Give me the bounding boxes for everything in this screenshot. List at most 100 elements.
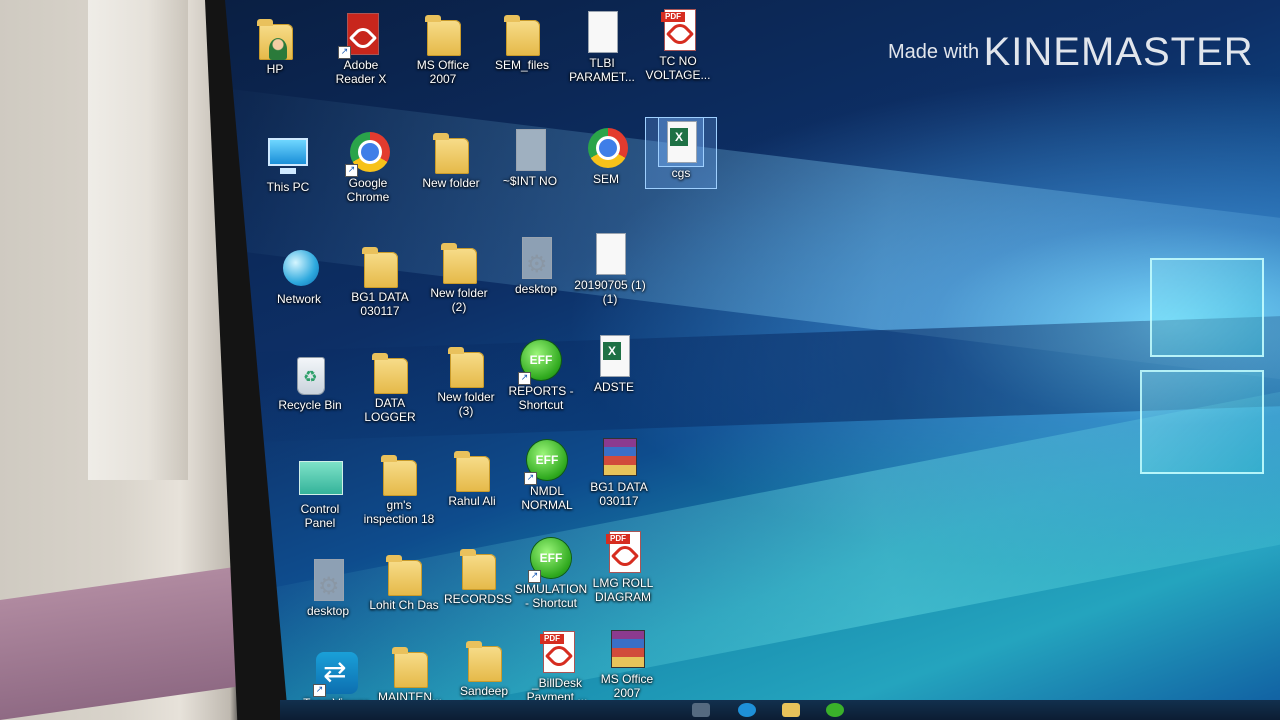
window-curtain [88, 0, 188, 480]
winrar-archive-icon [597, 432, 641, 480]
folder-icon [444, 342, 488, 390]
icon-label: TC NO VOLTAGE... [645, 54, 711, 82]
eff-taskbar-icon[interactable] [826, 703, 844, 717]
recycle-bin-icon [288, 350, 332, 398]
blank-file-icon [588, 230, 632, 278]
desktop-icon-bg1-data-rar[interactable]: BG1 DATA 030117 [576, 432, 662, 508]
computer-icon [266, 132, 310, 180]
folder-icon [450, 446, 494, 494]
icon-label: SEM [592, 172, 619, 186]
eff-app-icon: EFF ↗ [519, 336, 563, 384]
folder-icon [462, 636, 506, 684]
pdf-file-icon: PDF [535, 628, 579, 676]
folder-icon [421, 10, 465, 58]
desktop-icon-new-folder-2[interactable]: New folder (2) [416, 238, 502, 314]
folder-icon [437, 238, 481, 286]
desktop-icon-new-folder[interactable]: New folder [408, 128, 494, 190]
icon-label: DATA LOGGER [364, 396, 416, 424]
desktop-icon-tc-no[interactable]: PDF TC NO VOLTAGE... [635, 6, 721, 82]
desktop-icon-google-chrome[interactable]: ↗ Google Chrome [325, 128, 411, 204]
desktop-icon-cgs[interactable]: X cgs [645, 117, 717, 189]
settings-file-icon: ⚙ [514, 234, 558, 282]
edge-browser-icon[interactable] [738, 703, 756, 717]
folder-user-icon [253, 14, 297, 62]
desktop-icon-ms-office-2007-rar[interactable]: MS Office 2007 [584, 624, 670, 700]
icon-label: Google Chrome [346, 176, 390, 204]
settings-file-icon: ⚙ [306, 556, 350, 604]
icon-label: desktop [306, 604, 350, 618]
icon-label: Recycle Bin [278, 398, 342, 412]
icon-label: ADSTE [593, 380, 634, 394]
desktop-icon-new-folder-3[interactable]: New folder (3) [423, 342, 509, 418]
file-explorer-icon[interactable] [782, 703, 800, 717]
desktop-icon-ms-office-2007[interactable]: MS Office 2007 [400, 10, 486, 86]
icon-label: Control Panel [300, 502, 340, 530]
watermark-brand: KINEMASTER [983, 30, 1254, 74]
desktop-icon-hp[interactable]: HP [232, 14, 318, 76]
document-icon [580, 8, 624, 56]
icon-label: New folder [422, 176, 480, 190]
watermark-prefix: Made with [888, 41, 980, 63]
icon-label: HP [266, 62, 284, 76]
desktop-icon-lmg-roll-diagram[interactable]: PDF LMG ROLL DIAGRAM [580, 528, 666, 604]
desktop-icon-this-pc[interactable]: This PC [245, 132, 331, 194]
windows-logo-pane [1150, 258, 1264, 357]
eff-app-icon: EFF ↗ [529, 534, 573, 582]
icon-label: Adobe Reader X [335, 58, 387, 86]
excel-file-icon: X [658, 117, 704, 167]
desktop-icon-rahul-ali[interactable]: Rahul Ali [429, 446, 515, 508]
desktop-icon-20190705[interactable]: 20190705 (1) (1) [567, 230, 653, 306]
network-globe-icon [277, 244, 321, 292]
windows-logo-pane [1140, 370, 1264, 474]
icon-label: cgs [671, 166, 691, 180]
desktop-icon-sem[interactable]: SEM [563, 124, 649, 186]
document-icon [508, 126, 552, 174]
icon-label: Network [276, 292, 321, 306]
icon-label: TLBI PARAMET... [569, 56, 635, 84]
desktop-icon-adste[interactable]: X ADSTE [571, 332, 657, 394]
icon-label: New folder (3) [437, 390, 495, 418]
task-view-icon[interactable] [692, 703, 710, 717]
icon-label: SEM_files [494, 58, 550, 72]
folder-icon [500, 10, 544, 58]
folder-icon [429, 128, 473, 176]
folder-icon [377, 450, 421, 498]
excel-file-icon: X [592, 332, 636, 380]
pdf-file-icon: PDF [601, 528, 645, 576]
icon-label: LMG ROLL DIAGRAM [592, 576, 654, 604]
chrome-icon: ↗ [346, 128, 390, 176]
folder-icon [382, 550, 426, 598]
folder-icon [358, 242, 402, 290]
desktop-icon-desktop-2[interactable]: ⚙ desktop [285, 556, 371, 618]
folder-icon [456, 544, 500, 592]
winrar-archive-icon [605, 624, 649, 672]
adobe-reader-icon: ↗ [339, 10, 383, 58]
pdf-file-icon: PDF [656, 6, 700, 54]
desktop-icon-data-logger[interactable]: DATA LOGGER [347, 348, 433, 424]
teamviewer-icon: ↗ [314, 648, 358, 696]
icon-label: BG1 DATA 030117 [351, 290, 409, 318]
desktop-icon-network[interactable]: Network [256, 244, 342, 306]
icon-label: MS Office 2007 [600, 672, 654, 700]
desktop-icon-sem-files[interactable]: SEM_files [479, 10, 565, 72]
icon-label: BG1 DATA 030117 [590, 480, 648, 508]
taskbar [280, 700, 1280, 720]
control-panel-icon [298, 454, 342, 502]
eff-app-icon: EFF ↗ [525, 436, 569, 484]
desktop-icon-adobe-reader[interactable]: ↗ Adobe Reader X [318, 10, 404, 86]
chrome-icon [584, 124, 628, 172]
icon-label: MS Office 2007 [416, 58, 470, 86]
desktop-icon-bg1-data-folder[interactable]: BG1 DATA 030117 [337, 242, 423, 318]
icon-label: This PC [266, 180, 310, 194]
icon-label: New folder (2) [430, 286, 488, 314]
kinemaster-watermark: Made with KINEMASTER [888, 30, 1254, 75]
folder-icon [368, 348, 412, 396]
icon-label: Rahul Ali [448, 494, 496, 508]
folder-icon [388, 642, 432, 690]
desktop-icon-control-panel[interactable]: Control Panel [277, 454, 363, 530]
desktop-icon-tlbi[interactable]: TLBI PARAMET... [559, 8, 645, 84]
desktop-icon-sint-no[interactable]: ~$INT NO [487, 126, 573, 188]
icon-label: ~$INT NO [502, 174, 558, 188]
icon-label: 20190705 (1) (1) [574, 278, 646, 306]
desktop-icon-recycle-bin[interactable]: Recycle Bin [267, 350, 353, 412]
